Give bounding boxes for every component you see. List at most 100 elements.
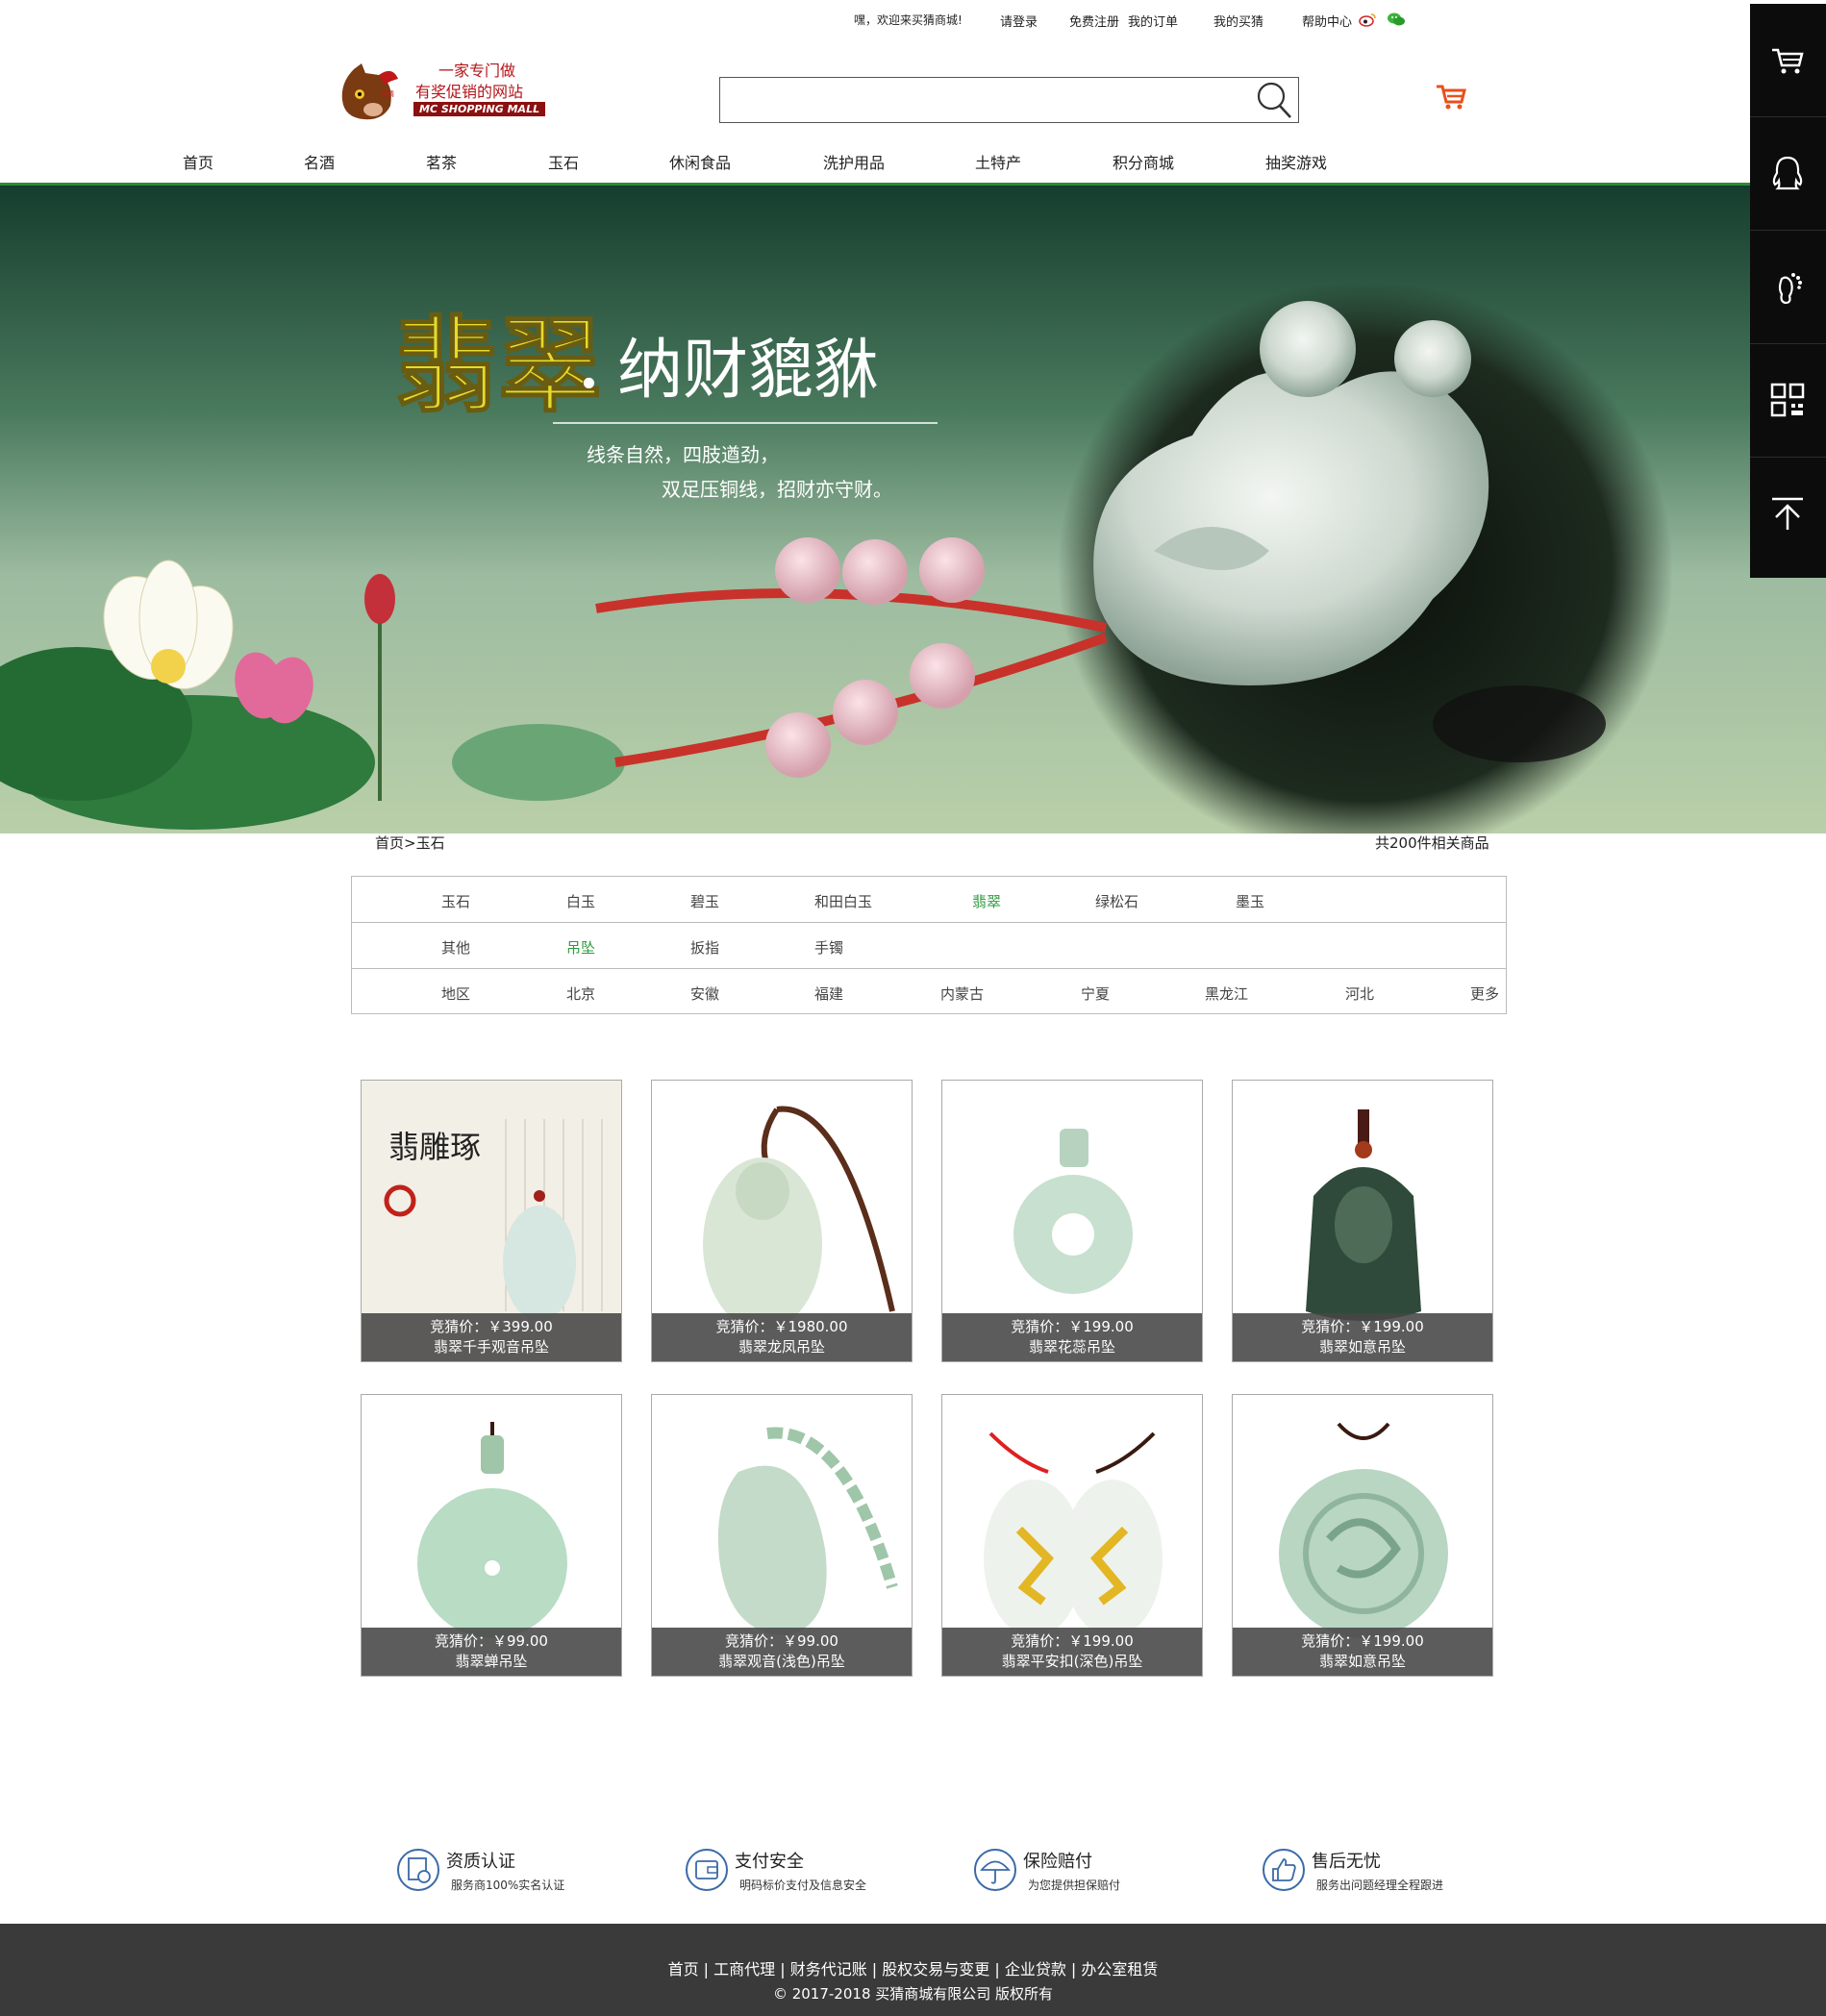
- filter-fujian[interactable]: 福建: [814, 983, 843, 1004]
- product-card[interactable]: 竞猜价：￥199.00 翡翠如意吊坠: [1232, 1394, 1493, 1677]
- filter-black-jade[interactable]: 墨玉: [1236, 891, 1264, 911]
- product-card[interactable]: 竞猜价：￥199.00 翡翠平安扣(深色)吊坠: [941, 1394, 1203, 1677]
- filter-hetian-jade[interactable]: 和田白玉: [814, 891, 872, 911]
- product-name: 翡翠龙凤吊坠: [738, 1338, 825, 1356]
- product-name: 翡翠观音(浅色)吊坠: [718, 1653, 845, 1670]
- side-qq-button[interactable]: [1750, 117, 1826, 231]
- nav-home[interactable]: 首页: [183, 150, 213, 173]
- nav-jade[interactable]: 玉石: [548, 150, 579, 173]
- filter-ningxia[interactable]: 宁夏: [1081, 983, 1110, 1004]
- banner-line-1: 线条自然，四肢遒劲，: [587, 443, 779, 466]
- search-icon: [1257, 82, 1291, 118]
- hero-banner[interactable]: 翡翠 . 纳财貔貅 线条自然，四肢遒劲， 双足压铜线，招财亦守财。: [0, 186, 1826, 834]
- nav-local-products[interactable]: 土特产: [975, 150, 1021, 173]
- register-link[interactable]: 免费注册: [1069, 12, 1119, 30]
- guarantee-certification: 资质认证 服务商100%实名认证: [396, 1846, 627, 1904]
- filter-row-category: 玉石 白玉 碧玉 和田白玉 翡翠 绿松石 墨玉: [352, 877, 1506, 923]
- nav-toiletries[interactable]: 洗护用品: [823, 150, 885, 173]
- site-footer: 首页 | 工商代理 | 财务代记账 | 股权交易与变更 | 企业贷款 | 办公室…: [0, 1924, 1826, 2016]
- product-price: 竞猜价：￥199.00: [1011, 1632, 1134, 1650]
- product-caption: 竞猜价：￥199.00 翡翠平安扣(深色)吊坠: [942, 1628, 1202, 1676]
- filter-beijing[interactable]: 北京: [566, 983, 595, 1004]
- main-nav: 首页 名酒 茗茶 玉石 休闲食品 洗护用品 土特产 积分商城 抽奖游戏: [0, 144, 1750, 185]
- product-price: 竞猜价：￥99.00: [435, 1632, 548, 1650]
- filter-thumb-ring[interactable]: 扳指: [690, 937, 719, 958]
- qrcode-icon: [1770, 383, 1805, 417]
- filter-anhui[interactable]: 安徽: [690, 983, 719, 1004]
- filter-white-jade[interactable]: 白玉: [566, 891, 595, 911]
- filter-more[interactable]: 更多: [1470, 983, 1499, 1004]
- product-price: 竞猜价：￥199.00: [1301, 1318, 1424, 1335]
- nav-points-mall[interactable]: 积分商城: [1113, 150, 1174, 173]
- nav-tea[interactable]: 茗茶: [426, 150, 457, 173]
- product-name: 翡翠花蕊吊坠: [1028, 1338, 1115, 1356]
- site-logo[interactable]: 买猜 一家专门做 有奖促销的网站 MC SHOPPING MALL: [335, 58, 565, 125]
- qq-icon: [1772, 156, 1803, 190]
- nav-snacks[interactable]: 休闲食品: [669, 150, 731, 173]
- wallet-icon: [686, 1849, 728, 1891]
- guarantee-title: 保险赔付: [1023, 1852, 1092, 1872]
- product-name: 翡翠如意吊坠: [1318, 1338, 1406, 1356]
- filter-heilongjiang[interactable]: 黑龙江: [1205, 983, 1248, 1004]
- product-card[interactable]: 竞猜价：￥199.00 翡翠如意吊坠: [1232, 1080, 1493, 1362]
- guarantee-title: 资质认证: [446, 1852, 515, 1872]
- product-card[interactable]: 竞猜价：￥99.00 翡翠蝉吊坠: [361, 1394, 622, 1677]
- side-footprint-button[interactable]: [1750, 231, 1826, 344]
- logo-wordmark: MC SHOPPING MALL: [413, 102, 546, 116]
- product-price: 竞猜价：￥199.00: [1011, 1318, 1134, 1335]
- login-link[interactable]: 请登录: [1000, 12, 1038, 30]
- thumbs-up-icon: [1263, 1849, 1305, 1891]
- guarantee-after-sales: 售后无忧 服务出问题经理全程跟进: [1262, 1846, 1492, 1904]
- filter-other[interactable]: 其他: [441, 937, 470, 958]
- guarantee-subtitle: 服务商100%实名认证: [451, 1879, 565, 1892]
- my-orders-link[interactable]: 我的订单: [1128, 12, 1178, 30]
- cart-icon[interactable]: [1435, 81, 1467, 112]
- banner-line-2: 双足压铜线，招财亦守财。: [662, 478, 892, 501]
- filter-row-region: 地区 北京 安徽 福建 内蒙古 宁夏 黑龙江 河北 更多: [352, 969, 1506, 1015]
- filter-bracelet[interactable]: 手镯: [814, 937, 843, 958]
- footprint-icon: [1778, 273, 1802, 305]
- filter-turquoise[interactable]: 绿松石: [1095, 891, 1138, 911]
- weibo-icon[interactable]: [1358, 12, 1377, 27]
- banner-title-dot: .: [579, 335, 599, 402]
- guarantee-payment: 支付安全 明码标价支付及信息安全: [685, 1846, 915, 1904]
- search-input[interactable]: [720, 78, 1249, 122]
- product-card[interactable]: 翡雕琢 竞猜价：￥399.00 翡翠千手观音吊坠: [361, 1080, 622, 1362]
- nav-liquor[interactable]: 名酒: [304, 150, 335, 173]
- side-cart-button[interactable]: [1750, 4, 1826, 117]
- side-back-to-top-button[interactable]: [1750, 458, 1826, 571]
- breadcrumb[interactable]: 首页>玉石: [375, 833, 445, 853]
- product-name: 翡翠平安扣(深色)吊坠: [1001, 1653, 1143, 1670]
- product-card[interactable]: 竞猜价：￥1980.00 翡翠龙凤吊坠: [651, 1080, 913, 1362]
- search-button[interactable]: [1250, 78, 1298, 122]
- product-price: 竞猜价：￥99.00: [725, 1632, 838, 1650]
- nav-lottery-games[interactable]: 抽奖游戏: [1265, 150, 1327, 173]
- filter-jadeite[interactable]: 翡翠: [972, 891, 1001, 911]
- filter-jade[interactable]: 玉石: [441, 891, 470, 911]
- cart-icon: [1772, 48, 1804, 74]
- guarantee-insurance: 保险赔付 为您提供担保赔付: [973, 1846, 1204, 1904]
- my-guess-link[interactable]: 我的买猜: [1213, 12, 1263, 30]
- filter-inner-mongolia[interactable]: 内蒙古: [940, 983, 984, 1004]
- back-to-top-icon: [1772, 497, 1803, 530]
- product-card[interactable]: 竞猜价：￥99.00 翡翠观音(浅色)吊坠: [651, 1394, 913, 1677]
- help-center-link[interactable]: 帮助中心: [1302, 12, 1352, 30]
- product-card[interactable]: 竞猜价：￥199.00 翡翠花蕊吊坠: [941, 1080, 1203, 1362]
- wechat-icon[interactable]: [1387, 12, 1406, 27]
- guarantee-subtitle: 明码标价支付及信息安全: [739, 1879, 867, 1892]
- filter-hebei[interactable]: 河北: [1345, 983, 1374, 1004]
- filter-green-jade[interactable]: 碧玉: [690, 891, 719, 911]
- jade-carving-text: 翡雕琢: [388, 1129, 481, 1165]
- product-price: 竞猜价：￥399.00: [430, 1318, 553, 1335]
- guarantee-title: 售后无忧: [1312, 1852, 1381, 1872]
- search-box: [719, 77, 1299, 123]
- filter-row-type: 其他 吊坠 扳指 手镯: [352, 923, 1506, 969]
- side-qrcode-button[interactable]: [1750, 344, 1826, 458]
- result-count: 共200件相关商品: [1375, 834, 1489, 852]
- footer-links[interactable]: 首页 | 工商代理 | 财务代记账 | 股权交易与变更 | 企业贷款 | 办公室…: [0, 1956, 1826, 1979]
- filter-pendant[interactable]: 吊坠: [566, 937, 595, 958]
- guarantee-subtitle: 为您提供担保赔付: [1028, 1879, 1121, 1892]
- product-caption: 竞猜价：￥399.00 翡翠千手观音吊坠: [362, 1313, 621, 1361]
- welcome-text: 嘿，欢迎来买猜商城!: [854, 13, 963, 27]
- product-price: 竞猜价：￥1980.00: [715, 1318, 848, 1335]
